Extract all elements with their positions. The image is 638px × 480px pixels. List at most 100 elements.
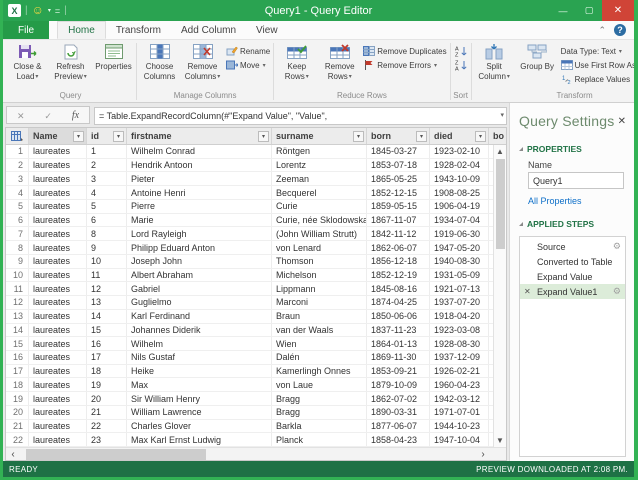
column-header-Name[interactable]: Name: [29, 128, 87, 144]
table-cell[interactable]: 1942-03-12: [430, 392, 489, 405]
close-button[interactable]: ✕: [602, 0, 634, 21]
help-icon[interactable]: ?: [614, 24, 626, 36]
scroll-left-icon[interactable]: ‹: [6, 449, 20, 460]
table-cell[interactable]: 1906-04-19: [430, 200, 489, 213]
table-cell[interactable]: 1926-02-21: [430, 365, 489, 378]
table-cell[interactable]: Marie: [127, 214, 272, 227]
table-cell[interactable]: 1923-02-10: [430, 145, 489, 158]
table-cell[interactable]: laureates: [29, 337, 87, 350]
table-cell[interactable]: 1879-10-09: [367, 378, 430, 391]
table-cell[interactable]: 18: [87, 365, 127, 378]
filter-dropdown-icon[interactable]: [258, 131, 269, 142]
row-number[interactable]: 8: [6, 241, 29, 254]
table-cell[interactable]: Barkla: [272, 420, 367, 433]
table-cell[interactable]: 1869-11-30: [367, 351, 430, 364]
table-cell[interactable]: 1923-03-08: [430, 324, 489, 337]
table-cell[interactable]: 8: [87, 227, 127, 240]
column-header-firstname[interactable]: firstname: [127, 128, 272, 144]
table-cell[interactable]: Thomson: [272, 255, 367, 268]
table-row[interactable]: 12laureates13GuglielmoMarconi1874-04-251…: [6, 296, 506, 310]
table-cell[interactable]: 1856-12-18: [367, 255, 430, 268]
row-number[interactable]: 7: [6, 227, 29, 240]
table-cell[interactable]: Lippmann: [272, 282, 367, 295]
close-and-load-button[interactable]: Close & Load: [6, 41, 49, 90]
table-cell[interactable]: 1943-10-09: [430, 172, 489, 185]
table-cell[interactable]: Dalén: [272, 351, 367, 364]
table-row[interactable]: 4laureates4Antoine HenriBecquerel1852-12…: [6, 186, 506, 200]
table-cell[interactable]: 1852-12-15: [367, 186, 430, 199]
table-cell[interactable]: laureates: [29, 406, 87, 419]
row-number[interactable]: 10: [6, 269, 29, 282]
choose-columns-button[interactable]: Choose Columns: [138, 41, 181, 90]
table-cell[interactable]: 1850-06-06: [367, 310, 430, 323]
table-cell[interactable]: 14: [87, 310, 127, 323]
refresh-preview-button[interactable]: Refresh Preview: [49, 41, 92, 90]
table-cell[interactable]: Wien: [272, 337, 367, 350]
row-number[interactable]: 16: [6, 351, 29, 364]
row-number[interactable]: 17: [6, 365, 29, 378]
table-cell[interactable]: 21: [87, 406, 127, 419]
column-header-surname[interactable]: surname: [272, 128, 367, 144]
formula-accept-icon[interactable]: [44, 106, 52, 124]
scroll-right-icon[interactable]: ›: [476, 449, 490, 460]
column-header-died[interactable]: died: [430, 128, 489, 144]
table-cell[interactable]: 1877-06-07: [367, 420, 430, 433]
table-cell[interactable]: Hendrik Antoon: [127, 159, 272, 172]
table-row[interactable]: 22laureates23Max Karl Ernst LudwigPlanck…: [6, 433, 506, 447]
table-cell[interactable]: Michelson: [272, 269, 367, 282]
fx-icon[interactable]: fx: [72, 110, 79, 121]
table-row[interactable]: 6laureates6MarieCurie, née Sklodowska186…: [6, 214, 506, 228]
table-cell[interactable]: 1853-09-21: [367, 365, 430, 378]
data-type-button[interactable]: Data Type: Text: [559, 44, 634, 58]
table-cell[interactable]: 19: [87, 378, 127, 391]
table-cell[interactable]: 1867-11-07: [367, 214, 430, 227]
table-cell[interactable]: von Lenard: [272, 241, 367, 254]
horizontal-scrollbar[interactable]: ‹ ›: [6, 447, 506, 460]
table-cell[interactable]: laureates: [29, 172, 87, 185]
query-name-input[interactable]: [528, 172, 624, 189]
table-row[interactable]: 16laureates17Nils GustafDalén1869-11-301…: [6, 351, 506, 365]
table-cell[interactable]: laureates: [29, 433, 87, 446]
table-row[interactable]: 19laureates20Sir William HenryBragg1862-…: [6, 392, 506, 406]
row-number[interactable]: 20: [6, 406, 29, 419]
table-cell[interactable]: 1853-07-18: [367, 159, 430, 172]
table-cell[interactable]: laureates: [29, 351, 87, 364]
table-row[interactable]: 9laureates10Joseph JohnThomson1856-12-18…: [6, 255, 506, 269]
scroll-up-icon[interactable]: ▲: [496, 145, 504, 158]
table-row[interactable]: 7laureates8Lord Rayleigh(John William St…: [6, 227, 506, 241]
table-row[interactable]: 20laureates21William LawrenceBragg1890-0…: [6, 406, 506, 420]
table-cell[interactable]: 1928-02-04: [430, 159, 489, 172]
row-number[interactable]: 2: [6, 159, 29, 172]
table-cell[interactable]: Braun: [272, 310, 367, 323]
filter-dropdown-icon[interactable]: [353, 131, 364, 142]
table-cell[interactable]: 1874-04-25: [367, 296, 430, 309]
column-header-bo[interactable]: bo: [489, 128, 506, 144]
replace-values-button[interactable]: 12 Replace Values: [559, 72, 634, 86]
filter-dropdown-icon[interactable]: [475, 131, 486, 142]
table-cell[interactable]: 17: [87, 351, 127, 364]
remove-duplicates-button[interactable]: Remove Duplicates: [361, 44, 448, 58]
minimize-button[interactable]: —: [550, 0, 576, 21]
smiley-dropdown-caret[interactable]: ▾: [48, 7, 51, 14]
row-number[interactable]: 21: [6, 420, 29, 433]
sort-ascending-button[interactable]: AZ: [452, 44, 470, 58]
table-cell[interactable]: laureates: [29, 392, 87, 405]
table-cell[interactable]: 1865-05-25: [367, 172, 430, 185]
table-cell[interactable]: 1852-12-19: [367, 269, 430, 282]
table-cell[interactable]: Wilhelm: [127, 337, 272, 350]
table-row[interactable]: 8laureates9Philipp Eduard Antonvon Lenar…: [6, 241, 506, 255]
row-number[interactable]: 3: [6, 172, 29, 185]
vertical-scroll-thumb[interactable]: [496, 159, 505, 249]
table-cell[interactable]: 1947-05-20: [430, 241, 489, 254]
table-cell[interactable]: laureates: [29, 186, 87, 199]
vertical-scrollbar[interactable]: ▲ ▼: [493, 145, 506, 447]
table-cell[interactable]: 1944-10-23: [430, 420, 489, 433]
delete-step-icon[interactable]: ✕: [524, 287, 531, 296]
table-cell[interactable]: Antoine Henri: [127, 186, 272, 199]
table-cell[interactable]: laureates: [29, 420, 87, 433]
table-cell[interactable]: Max Karl Ernst Ludwig: [127, 433, 272, 446]
table-cell[interactable]: Planck: [272, 433, 367, 446]
table-cell[interactable]: Bragg: [272, 392, 367, 405]
table-cell[interactable]: 1971-07-01: [430, 406, 489, 419]
table-row[interactable]: 10laureates11Albert AbrahamMichelson1852…: [6, 269, 506, 283]
